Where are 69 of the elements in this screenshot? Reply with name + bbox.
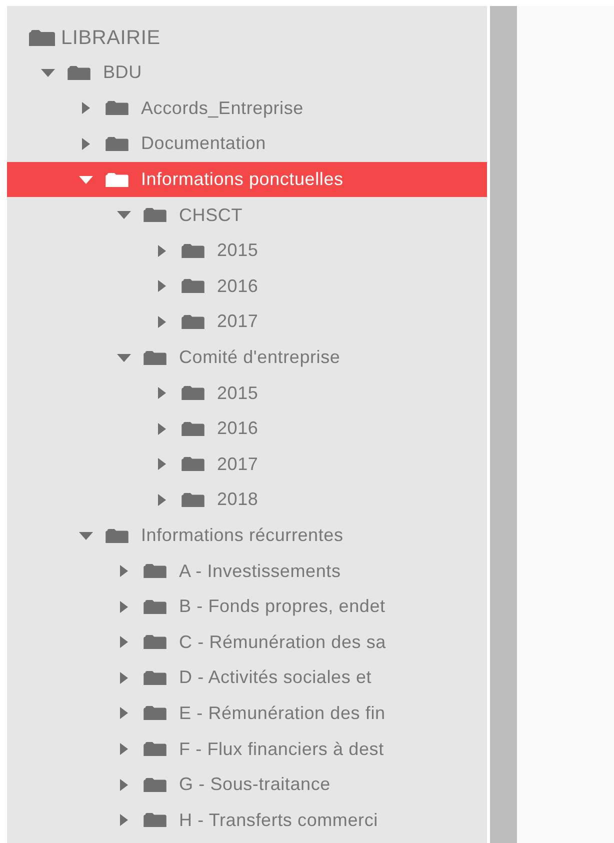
folder-icon <box>105 172 129 187</box>
tree-item[interactable]: 2016 <box>7 268 487 304</box>
folder-icon <box>105 528 129 543</box>
caret-right-icon[interactable] <box>82 102 90 114</box>
tree-item[interactable]: 2018 <box>7 482 487 518</box>
tree-item[interactable]: CHSCT <box>7 197 487 233</box>
folder-icon <box>181 244 205 258</box>
tree-item[interactable]: H - Transferts commerci <box>7 802 487 838</box>
caret-right-icon[interactable] <box>158 244 166 257</box>
caret-down-icon[interactable] <box>117 354 131 362</box>
caret-right-icon[interactable] <box>120 672 128 684</box>
folder-icon <box>143 813 167 828</box>
caret-right-icon[interactable] <box>158 280 166 292</box>
tree-item[interactable]: Documentation <box>7 126 487 162</box>
caret-right-icon[interactable] <box>158 316 166 328</box>
caret-right-icon[interactable] <box>158 458 166 470</box>
caret-right-icon[interactable] <box>120 778 128 791</box>
caret-right-icon[interactable] <box>120 636 128 648</box>
folder-icon <box>143 208 167 222</box>
caret-right-icon[interactable] <box>158 387 166 400</box>
tree-item[interactable]: D - Activités sociales et <box>7 660 487 696</box>
caret-right-icon[interactable] <box>82 138 90 150</box>
folder-icon <box>181 457 205 472</box>
tree-item[interactable]: 2017 <box>7 304 487 340</box>
caret-right-icon[interactable] <box>120 565 128 578</box>
tree-item[interactable]: Informations récurrentes <box>7 518 487 554</box>
caret-right-icon[interactable] <box>120 814 128 826</box>
tree-item[interactable]: A - Investissements <box>7 553 487 589</box>
scrollbar[interactable] <box>490 6 517 843</box>
caret-down-icon[interactable] <box>117 211 131 220</box>
caret-right-icon[interactable] <box>120 743 128 756</box>
caret-right-icon[interactable] <box>120 707 128 720</box>
caret-right-icon[interactable] <box>120 600 128 613</box>
folder-icon <box>143 635 167 650</box>
folder-icon <box>143 350 167 365</box>
folder-icon <box>143 670 167 685</box>
folder-icon <box>29 30 55 46</box>
folder-icon <box>143 778 167 792</box>
folder-icon <box>105 136 129 151</box>
tree-item[interactable]: 2015 <box>7 232 487 269</box>
tree-item[interactable]: G - Sous-traitance <box>7 766 487 802</box>
tree-item[interactable]: C - Rémunération des sa <box>7 624 487 660</box>
tree-item[interactable]: 2017 <box>7 446 487 482</box>
folder-icon <box>181 422 205 436</box>
caret-down-icon[interactable] <box>41 68 55 77</box>
tree-item[interactable]: B - Fonds propres, endet <box>7 588 487 624</box>
folder-icon <box>181 492 205 507</box>
tree-item[interactable]: Informations ponctuelles <box>7 162 487 198</box>
tree-item[interactable]: F - Flux financiers à dest <box>7 731 487 767</box>
caret-right-icon[interactable] <box>158 422 166 435</box>
caret-right-icon[interactable] <box>158 494 166 506</box>
folder-icon <box>143 600 167 614</box>
folder-icon <box>181 386 205 400</box>
tree-item[interactable]: BDU <box>7 55 487 91</box>
folder-icon <box>181 279 205 294</box>
folder-icon <box>143 706 167 720</box>
tree-item[interactable]: 2015 <box>7 375 487 411</box>
caret-down-icon[interactable] <box>79 532 93 540</box>
folder-icon <box>143 564 167 578</box>
folder-icon <box>181 314 205 329</box>
tree-item[interactable]: 2016 <box>7 410 487 447</box>
folder-icon <box>105 101 129 116</box>
folder-icon <box>67 66 91 80</box>
tree-item[interactable]: E - Rémunération des fin <box>7 696 487 732</box>
folder-icon <box>143 742 167 756</box>
tree-root-label: LIBRAIRIE <box>61 26 160 50</box>
tree-item[interactable]: Comité d'entreprise <box>7 340 487 376</box>
tree-item[interactable]: Accords_Entreprise <box>7 90 487 126</box>
caret-down-icon[interactable] <box>79 176 93 184</box>
